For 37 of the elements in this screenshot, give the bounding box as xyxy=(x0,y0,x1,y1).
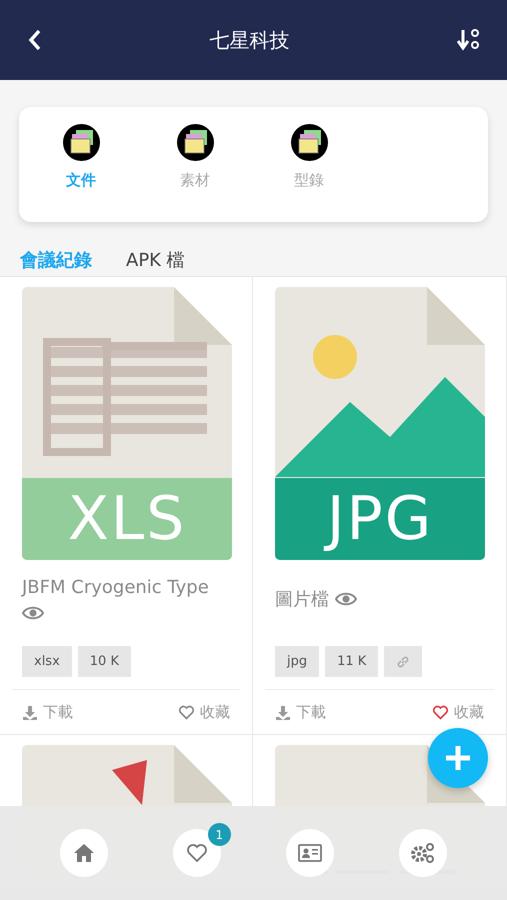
nav-button[interactable] xyxy=(286,829,334,877)
tab[interactable]: 會議紀錄 xyxy=(20,248,92,270)
download-icon xyxy=(22,704,38,720)
category-tab[interactable]: 素材 xyxy=(161,124,229,222)
favorite-button[interactable]: 收藏 xyxy=(432,703,484,722)
file-title: JBFM Cryogenic Type xyxy=(22,577,209,598)
category-tab[interactable]: 文件 xyxy=(47,124,115,222)
link-icon xyxy=(396,654,410,668)
sort-button[interactable] xyxy=(457,28,481,52)
eye-icon xyxy=(335,591,357,607)
file-tag: xlsx xyxy=(22,646,72,677)
heart-icon xyxy=(186,843,208,863)
file-tag: 10 K xyxy=(78,646,131,677)
file-title: 圖片檔 xyxy=(275,588,329,611)
eye-icon xyxy=(22,604,44,621)
file-type-label: XLS xyxy=(22,478,232,560)
folder-icon xyxy=(176,124,214,161)
count-badge: 1 xyxy=(208,823,231,846)
file-tag: 11 K xyxy=(325,646,378,677)
favorite-button[interactable]: 收藏 xyxy=(178,703,230,722)
plus-icon xyxy=(444,744,472,772)
heart-icon xyxy=(432,705,449,720)
page-title: 七星科技 xyxy=(210,26,290,54)
home-icon xyxy=(72,843,95,863)
folder-icon xyxy=(62,124,100,161)
download-button[interactable]: 下載 xyxy=(275,703,326,722)
download-icon xyxy=(275,704,291,720)
back-button[interactable] xyxy=(28,29,42,51)
tab[interactable]: APK 檔 xyxy=(126,248,185,270)
folder-icon xyxy=(290,124,328,161)
file-type-label: JPG xyxy=(275,478,485,560)
contact-card-icon xyxy=(298,844,322,862)
heart-icon xyxy=(178,705,195,720)
gears-icon xyxy=(410,842,436,864)
category-tab[interactable]: 型錄 xyxy=(275,124,343,222)
file-tag: jpg xyxy=(275,646,320,677)
download-button[interactable]: 下載 xyxy=(22,703,73,722)
